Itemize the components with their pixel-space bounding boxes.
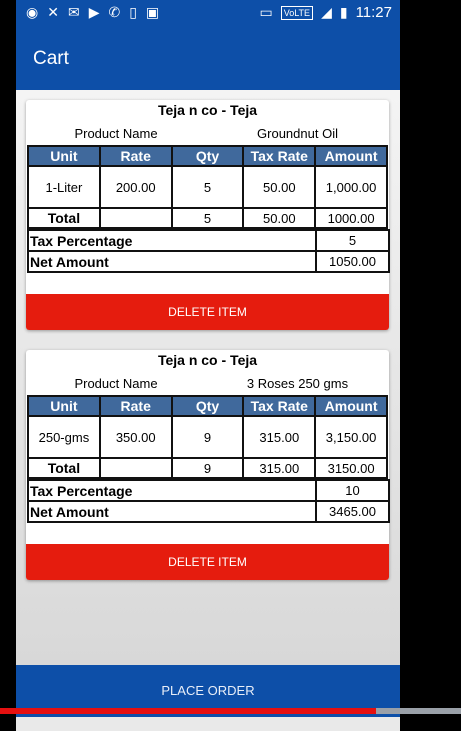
total-row: Total 9 315.00 3150.00 bbox=[27, 457, 388, 479]
battery-icon: ▮ bbox=[339, 4, 348, 20]
cast-icon: ▭ bbox=[259, 4, 273, 20]
summary-table: Tax Percentage 10 Net Amount 3465.00 bbox=[27, 479, 390, 523]
shop-name: Teja n co - Teja bbox=[157, 102, 258, 118]
net-amount-label: Net Amount bbox=[27, 500, 317, 523]
volte-badge: VoLTE bbox=[280, 5, 314, 20]
total-amount: 3150.00 bbox=[314, 457, 388, 479]
cell-unit: 250-gms bbox=[27, 415, 101, 459]
summary-table: Tax Percentage 5 Net Amount 1050.00 bbox=[27, 229, 390, 273]
net-amount-label: Net Amount bbox=[27, 250, 317, 273]
column-header-amount: Amount bbox=[314, 145, 388, 167]
net-amount-row: Net Amount 3465.00 bbox=[27, 500, 390, 523]
cell-unit: 1-Liter bbox=[27, 165, 101, 209]
cell-qty: 5 bbox=[170, 165, 245, 209]
item-table: Unit Rate Qty Tax Rate Amount 1-Liter 20… bbox=[27, 145, 388, 229]
app-bar: Cart bbox=[16, 28, 400, 90]
video-icon: ▶ bbox=[88, 4, 100, 20]
column-header-unit: Unit bbox=[27, 145, 101, 167]
total-amount: 1000.00 bbox=[314, 207, 388, 229]
status-time: 11:27 bbox=[355, 4, 392, 21]
page-title: Cart bbox=[33, 48, 69, 69]
image-icon: ▣ bbox=[145, 4, 160, 20]
total-rate-empty bbox=[98, 457, 173, 479]
delete-item-button[interactable]: DELETE ITEM bbox=[26, 544, 389, 580]
shop-name: Teja n co - Teja bbox=[157, 352, 258, 368]
cell-amount: 1,000.00 bbox=[314, 165, 388, 209]
column-header-tax-rate: Tax Rate bbox=[242, 395, 317, 417]
chat-icon: ◉ bbox=[26, 4, 39, 20]
table-row: 250-gms 350.00 9 315.00 3,150.00 bbox=[27, 415, 388, 459]
net-amount-value: 1050.00 bbox=[315, 250, 390, 273]
video-progress-bar[interactable] bbox=[0, 708, 461, 714]
total-row: Total 5 50.00 1000.00 bbox=[27, 207, 388, 229]
cell-tax-rate: 50.00 bbox=[242, 165, 317, 209]
sim-icon: ▯ bbox=[129, 4, 137, 20]
total-label: Total bbox=[27, 207, 101, 229]
total-qty: 9 bbox=[170, 457, 245, 479]
tax-percentage-row: Tax Percentage 5 bbox=[27, 229, 390, 252]
status-notifications: ◉ ✕ ✉ ▶ ✆ ▯ ▣ bbox=[26, 4, 159, 21]
table-row: 1-Liter 200.00 5 50.00 1,000.00 bbox=[27, 165, 388, 209]
product-name-label: Product Name bbox=[74, 376, 158, 391]
net-amount-value: 3465.00 bbox=[315, 500, 390, 523]
product-name-value: Groundnut Oil bbox=[257, 126, 338, 141]
phone-icon: ✆ bbox=[108, 4, 121, 20]
item-table: Unit Rate Qty Tax Rate Amount 250-gms 35… bbox=[27, 395, 388, 479]
total-tax-rate: 50.00 bbox=[242, 207, 317, 229]
net-amount-row: Net Amount 1050.00 bbox=[27, 250, 390, 273]
total-tax-rate: 315.00 bbox=[242, 457, 317, 479]
status-bar: ◉ ✕ ✉ ▶ ✆ ▯ ▣ ▭ VoLTE ◢ ▮ 11:27 bbox=[16, 0, 400, 28]
product-row: Product Name 3 Roses 250 gms bbox=[26, 372, 389, 395]
cell-rate: 200.00 bbox=[98, 165, 173, 209]
tax-percentage-label: Tax Percentage bbox=[27, 229, 317, 252]
gmail-icon: ✉ bbox=[67, 4, 80, 20]
tax-percentage-row: Tax Percentage 10 bbox=[27, 479, 390, 502]
cell-qty: 9 bbox=[170, 415, 245, 459]
cell-amount: 3,150.00 bbox=[314, 415, 388, 459]
column-header-rate: Rate bbox=[98, 145, 173, 167]
cart-list[interactable]: Teja n co - Teja Product Name Groundnut … bbox=[16, 90, 400, 665]
column-header-amount: Amount bbox=[314, 395, 388, 417]
total-qty: 5 bbox=[170, 207, 245, 229]
status-system: ▭ VoLTE ◢ ▮ 11:27 bbox=[259, 4, 392, 21]
delete-item-button[interactable]: DELETE ITEM bbox=[26, 294, 389, 330]
cell-tax-rate: 315.00 bbox=[242, 415, 317, 459]
column-header-rate: Rate bbox=[98, 395, 173, 417]
tax-percentage-value: 5 bbox=[315, 229, 390, 252]
cart-item-card: Teja n co - Teja Product Name 3 Roses 25… bbox=[26, 350, 390, 580]
product-name-label: Product Name bbox=[74, 126, 158, 141]
column-header-unit: Unit bbox=[27, 395, 101, 417]
cart-item-card: Teja n co - Teja Product Name Groundnut … bbox=[26, 100, 390, 330]
video-progress-fill bbox=[0, 708, 376, 714]
column-header-qty: Qty bbox=[170, 395, 245, 417]
column-header-qty: Qty bbox=[170, 145, 245, 167]
total-rate-empty bbox=[98, 207, 173, 229]
tax-percentage-label: Tax Percentage bbox=[27, 479, 317, 502]
tax-percentage-value: 10 bbox=[315, 479, 390, 502]
product-row: Product Name Groundnut Oil bbox=[26, 122, 389, 145]
total-label: Total bbox=[27, 457, 101, 479]
signal-icon: ◢ bbox=[321, 4, 332, 20]
product-name-value: 3 Roses 250 gms bbox=[246, 376, 349, 391]
cell-rate: 350.00 bbox=[98, 415, 173, 459]
column-header-tax-rate: Tax Rate bbox=[242, 145, 317, 167]
missed-call-icon: ✕ bbox=[47, 4, 59, 20]
phone-screen: ◉ ✕ ✉ ▶ ✆ ▯ ▣ ▭ VoLTE ◢ ▮ 11:27 Cart Tej… bbox=[16, 0, 400, 731]
